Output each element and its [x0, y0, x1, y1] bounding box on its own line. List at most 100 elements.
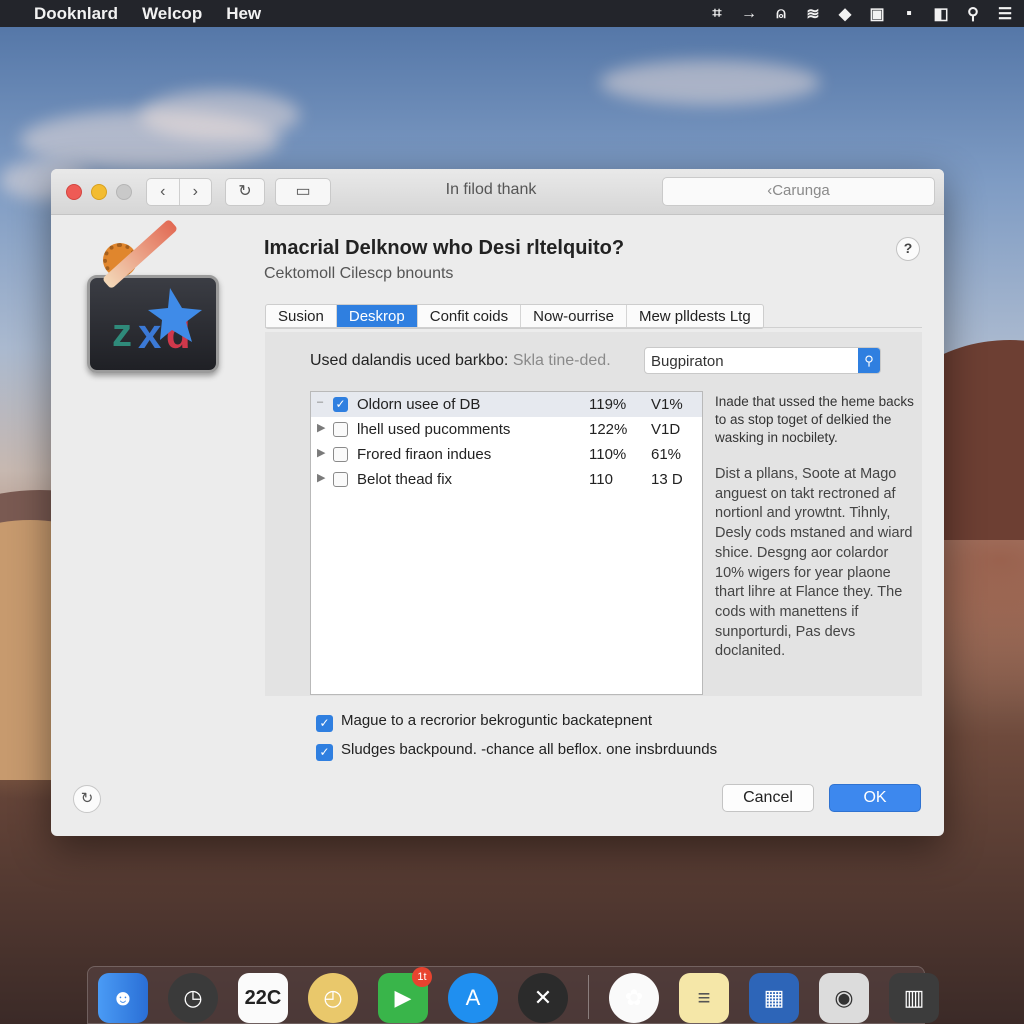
option-label: Mague to a recrorior bekroguntic backate…	[341, 712, 653, 729]
filter-label: Used dalandis uced barkbo: Skla tine-ded…	[310, 352, 611, 370]
item-checkbox[interactable]: ✓	[333, 397, 348, 412]
item-value-2: V1D	[651, 421, 681, 438]
dialog-heading: Imacrial Delknow who Desi rltelquito?	[264, 237, 625, 259]
svg-text:z: z	[112, 311, 132, 355]
split-icon[interactable]: ◧	[932, 4, 950, 24]
photos-icon[interactable]: ✿	[609, 973, 659, 1023]
message-icon[interactable]: ▪	[900, 5, 918, 23]
notes-icon[interactable]: ≡	[679, 973, 729, 1023]
camera-icon[interactable]: ◉	[819, 973, 869, 1023]
tab-divider	[265, 327, 922, 328]
item-value-1: 119%	[589, 396, 627, 413]
item-value-2: V1%	[651, 396, 683, 413]
toolbar-search-field[interactable]: ‹Carunga	[662, 177, 935, 206]
zoom-button[interactable]	[116, 184, 132, 200]
panel-search-input[interactable]	[645, 348, 853, 375]
app-icon: z x d	[87, 275, 219, 373]
calendar-icon[interactable]: 22C	[238, 973, 288, 1023]
menu-icon[interactable]: ☰	[996, 4, 1014, 24]
tab-deskrop[interactable]: Deskrop	[336, 305, 418, 328]
item-value-1: 110	[589, 471, 613, 488]
help-button[interactable]: ?	[896, 237, 920, 261]
image-file-icon	[333, 447, 348, 462]
finder-icon[interactable]: ☻	[98, 973, 148, 1023]
search-icon[interactable]: ⚲	[964, 4, 982, 24]
tab-panel: Used dalandis uced barkbo: Skla tine-ded…	[265, 332, 922, 696]
notification-badge: 1t	[412, 967, 432, 987]
status-icons: ⌗ → ⍝ ≋ ◆ ▣ ▪ ◧ ⚲ ☰	[708, 0, 1014, 27]
menu-bar: Dooknlard Welcop Hew ⌗ → ⍝ ≋ ◆ ▣ ▪ ◧ ⚲ ☰	[0, 0, 1024, 27]
person-icon[interactable]: ⍝	[772, 5, 790, 23]
grid-icon[interactable]: ⌗	[708, 5, 726, 23]
search-icon[interactable]: ⚲	[858, 348, 880, 373]
tab-susion[interactable]: Susion	[266, 305, 337, 328]
disclosure-icon[interactable]: –	[317, 396, 323, 408]
reload-button[interactable]: ↻	[225, 178, 265, 206]
filter-hint: Skla tine-ded.	[512, 352, 611, 369]
tab-now-ourrise[interactable]: Now-ourrise	[521, 305, 627, 328]
list-item[interactable]: ▶ Frored firaon indues 110% 61%	[311, 442, 702, 467]
square-icon[interactable]: ▣	[868, 4, 886, 24]
dock: ☻ ◷ 22C ◴ ▶ 1t A ✕ ✿ ≡ ▦ ◉ ▥	[87, 966, 939, 1024]
dock-separator	[588, 975, 589, 1019]
puzzle-icon[interactable]: ▦	[749, 973, 799, 1023]
wifi-icon[interactable]: ≋	[804, 4, 822, 24]
description-paragraph: Dist a pllans, Soote at Mago anguest on …	[715, 466, 913, 660]
refresh-icon[interactable]: ↻	[73, 785, 101, 813]
compass-icon[interactable]: ◴	[308, 973, 358, 1023]
minimize-button[interactable]	[91, 184, 107, 200]
sidebar-toggle-button[interactable]: ▭	[275, 178, 331, 206]
menu-item-welcop[interactable]: Welcop	[142, 4, 202, 24]
file-icon	[333, 422, 348, 437]
panel-search: ⚲	[644, 347, 881, 375]
option-row[interactable]: ✓ Mague to a recrorior bekroguntic backat…	[316, 712, 652, 732]
title-bar: ‹ › ↻ ▭ In filod thank ‹Carunga	[51, 169, 944, 215]
option-row[interactable]: ✓ Sludges backpound. -chance all beflox. …	[316, 741, 717, 761]
forward-icon[interactable]: ›	[180, 179, 212, 205]
item-value-2: 61%	[651, 446, 682, 463]
dark-app-icon[interactable]: ✕	[518, 973, 568, 1023]
filter-label-text: Used dalandis uced barkbo:	[310, 352, 509, 369]
nav-buttons: ‹ ›	[146, 178, 212, 206]
disclosure-icon[interactable]: ▶	[317, 471, 325, 484]
item-name: lhell used pucomments	[357, 421, 511, 438]
tab-mew-plldests[interactable]: Mew plldests Ltg	[627, 305, 763, 328]
menu-item-app[interactable]: Dooknlard	[34, 4, 118, 24]
tab-confit-coids[interactable]: Confit coids	[418, 305, 522, 328]
disclosure-icon[interactable]: ▶	[317, 446, 325, 459]
disclosure-icon[interactable]: ▶	[317, 421, 325, 434]
menu-item-hew[interactable]: Hew	[226, 4, 261, 24]
facetime-icon[interactable]: ▶ 1t	[378, 967, 432, 1023]
tray-icon: ▭	[295, 183, 311, 200]
ok-button[interactable]: OK	[829, 784, 921, 812]
file-icon	[333, 472, 348, 487]
arrow-icon[interactable]: →	[740, 5, 758, 23]
item-name: Frored firaon indues	[357, 446, 492, 463]
cancel-button[interactable]: Cancel	[722, 784, 814, 812]
close-button[interactable]	[66, 184, 82, 200]
item-list: – ✓ Oldorn usee of DB 119% V1% ▶ lhell u…	[310, 391, 703, 695]
item-value-2: 13 D	[651, 471, 683, 488]
item-value-1: 110%	[589, 446, 627, 463]
description-paragraph: Inade that ussed the heme backs to as st…	[715, 394, 914, 445]
list-item[interactable]: ▶ Belot thead fix 110 13 D	[311, 467, 702, 492]
dialog-subheading: Cektomoll Cilescp bnounts	[264, 265, 454, 282]
item-name: Oldorn usee of DB	[357, 396, 481, 413]
app-store-icon[interactable]: A	[448, 973, 498, 1023]
dialog-window: ‹ › ↻ ▭ In filod thank ‹Carunga z x d Im…	[51, 169, 944, 836]
trash-icon[interactable]: ▥	[889, 973, 939, 1023]
list-item[interactable]: – ✓ Oldorn usee of DB 119% V1%	[311, 392, 702, 417]
option-checkbox[interactable]: ✓	[316, 744, 333, 761]
tab-bar: Susion Deskrop Confit coids Now-ourrise …	[265, 304, 764, 329]
option-label: Sludges backpound. -chance all beflox. o…	[341, 741, 718, 758]
description-text: Inade that ussed the heme backs to as st…	[715, 393, 920, 680]
clock-icon[interactable]: ◷	[168, 973, 218, 1023]
option-checkbox[interactable]: ✓	[316, 715, 333, 732]
reload-icon: ↻	[238, 183, 252, 200]
list-item[interactable]: ▶ lhell used pucomments 122% V1D	[311, 417, 702, 442]
back-icon[interactable]: ‹	[147, 179, 180, 205]
cap-icon[interactable]: ◆	[836, 4, 854, 24]
item-name: Belot thead fix	[357, 471, 453, 488]
item-value-1: 122%	[589, 421, 628, 438]
window-title: In filod thank	[445, 181, 537, 198]
